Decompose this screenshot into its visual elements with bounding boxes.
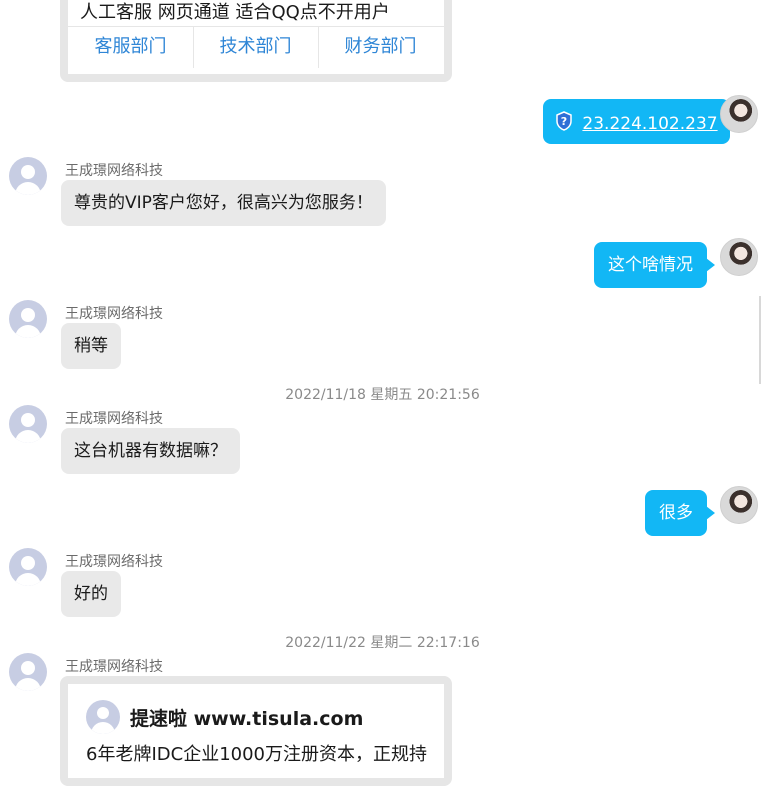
agent-message: 稍等	[61, 323, 121, 369]
sender-name: 王成璟网络科技	[65, 411, 163, 427]
sender-name: 王成璟网络科技	[65, 659, 163, 675]
sender-name: 王成璟网络科技	[65, 306, 163, 322]
agent-avatar[interactable]	[9, 300, 47, 338]
service-card-title: 人工客服 网页通道 适合QQ点不开用户	[80, 2, 390, 23]
agent-avatar[interactable]	[9, 548, 47, 586]
timestamp: 2022/11/22 星期二 22:17:16	[285, 635, 480, 651]
agent-avatar[interactable]	[9, 653, 47, 691]
svg-text:?: ?	[561, 115, 567, 128]
timestamp: 2022/11/18 星期五 20:21:56	[285, 387, 480, 403]
self-message: 这个啥情况	[594, 242, 715, 288]
agent-avatar[interactable]	[9, 405, 47, 443]
promo-card[interactable]: 提速啦 www.tisula.com 6年老牌IDC企业1000万注册资本，正规…	[60, 676, 452, 786]
finance-dept-button[interactable]: 财务部门	[318, 26, 443, 68]
customer-service-dept-button[interactable]: 客服部门	[68, 26, 193, 68]
self-avatar[interactable]	[720, 238, 758, 276]
self-message-ip: ? 23.224.102.237	[543, 99, 738, 144]
agent-message: 好的	[61, 571, 121, 617]
promo-card-text: 6年老牌IDC企业1000万注册资本，正规持	[86, 744, 427, 765]
sender-name: 王成璟网络科技	[65, 554, 163, 570]
sender-name: 王成璟网络科技	[65, 163, 163, 179]
self-avatar[interactable]	[720, 486, 758, 524]
self-message: 很多	[645, 490, 715, 536]
promo-logo-avatar	[86, 700, 120, 734]
promo-card-title: 提速啦 www.tisula.com	[130, 708, 364, 730]
agent-message: 这台机器有数据嘛？	[61, 428, 240, 474]
agent-avatar[interactable]	[9, 157, 47, 195]
security-shield-icon: ?	[555, 111, 573, 137]
agent-message: 尊贵的VIP客户您好，很高兴为您服务！	[61, 180, 386, 226]
service-card: 人工客服 网页通道 适合QQ点不开用户 客服部门 技术部门 财务部门	[60, 0, 452, 82]
tech-dept-button[interactable]: 技术部门	[193, 26, 318, 68]
self-avatar[interactable]	[720, 95, 758, 133]
ip-link[interactable]: 23.224.102.237	[582, 114, 717, 134]
